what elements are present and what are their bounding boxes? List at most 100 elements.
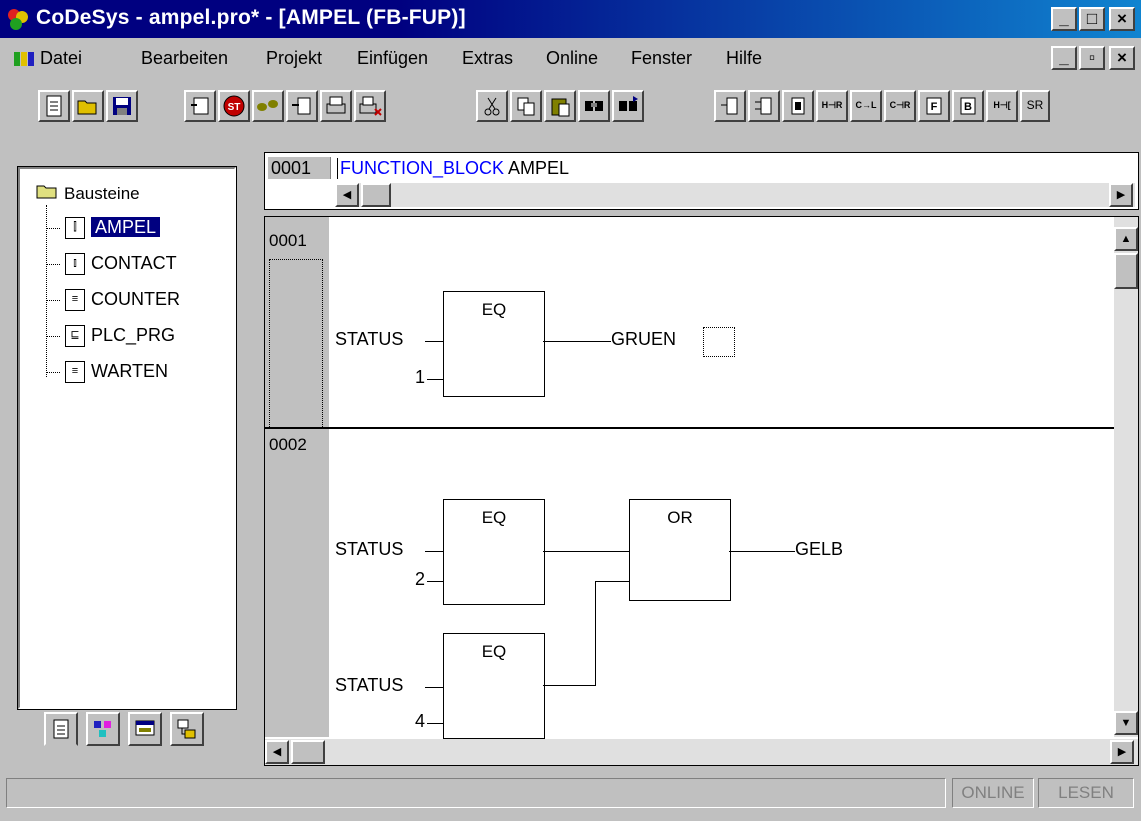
wire [425, 687, 443, 688]
decl-horizontal-scrollbar[interactable]: ◀ ▶ [335, 183, 1135, 207]
menu-hilfe[interactable]: Hilfe [726, 48, 762, 69]
menu-datei[interactable]: Datei [40, 48, 82, 69]
horizontal-scrollbar[interactable]: ◀ ▶ [265, 739, 1138, 765]
block-type-label: OR [667, 508, 693, 527]
cut-icon[interactable] [476, 90, 508, 122]
output-variable[interactable]: GRUEN [611, 329, 676, 350]
app-icon [6, 7, 30, 31]
tree-root[interactable]: Bausteine [36, 179, 140, 207]
insert-output-icon[interactable] [782, 90, 814, 122]
tree-item-ampel[interactable]: ⫿ AMPEL [46, 213, 161, 241]
fbd-block-or[interactable]: OR [629, 499, 731, 601]
wire [595, 581, 629, 582]
fbd-block-eq[interactable]: EQ [443, 633, 545, 739]
insert-fb-icon[interactable]: B [952, 90, 984, 122]
print-cancel-icon[interactable] [354, 90, 386, 122]
set-reset-icon[interactable]: SR [1020, 90, 1050, 122]
doc-restore-button[interactable]: ▫ [1079, 46, 1105, 70]
find-next-icon[interactable] [612, 90, 644, 122]
title-bar[interactable]: CoDeSys - ampel.pro* - [AMPEL (FB-FUP)] … [0, 0, 1141, 38]
tree-root-label: Bausteine [64, 184, 140, 203]
tree-item-counter[interactable]: ≡ COUNTER [46, 285, 180, 313]
input-variable[interactable]: STATUS [335, 539, 403, 560]
wire [425, 551, 443, 552]
minimize-button[interactable]: _ [1051, 7, 1077, 31]
close-button[interactable]: × [1109, 7, 1135, 31]
block-type-label: EQ [481, 300, 507, 319]
resources-tab-icon[interactable] [170, 712, 204, 746]
scroll-up-button[interactable]: ▲ [1114, 227, 1138, 251]
output-variable[interactable]: GELB [795, 539, 843, 560]
stop-icon[interactable]: ST [218, 90, 250, 122]
wire [729, 551, 795, 552]
doc-close-button[interactable]: × [1109, 46, 1135, 70]
function-block-icon: ⫿ [65, 217, 86, 240]
svg-text:F: F [931, 101, 938, 113]
save-icon[interactable] [106, 90, 138, 122]
menu-bearbeiten[interactable]: Bearbeiten [141, 48, 228, 69]
run-icon[interactable] [252, 90, 284, 122]
object-tree-panel: Bausteine ⫿ AMPEL ⫾ CONTACT ≡ COUNTER ⊑ PLC_… [17, 166, 237, 710]
tree-item-label: CONTACT [91, 253, 177, 273]
maximize-button[interactable]: □ [1079, 7, 1105, 31]
tree-item-label: WARTEN [91, 361, 169, 381]
scroll-thumb[interactable] [291, 740, 325, 764]
output-placeholder[interactable] [703, 327, 735, 357]
find-icon[interactable] [578, 90, 610, 122]
declaration-editor[interactable]: 0001 FUNCTION_BLOCK AMPEL ◀ ▶ [264, 152, 1139, 210]
copy-icon[interactable] [510, 90, 542, 122]
tree-item-warten[interactable]: ≡ WARTEN [46, 357, 168, 385]
vertical-scrollbar[interactable]: ▲ ▼ [1114, 217, 1138, 737]
scroll-right-button[interactable]: ▶ [1109, 183, 1133, 207]
tree-item-label: AMPEL [91, 217, 161, 237]
insert-contact-neg-icon[interactable]: C⊣R [884, 90, 916, 122]
insert-box-icon[interactable] [714, 90, 746, 122]
tree-item-plc-prg[interactable]: ⊑ PLC_PRG [46, 321, 175, 349]
menu-einfuegen[interactable]: Einfügen [357, 48, 428, 69]
fbd-block-eq[interactable]: EQ [443, 499, 545, 605]
datatype-tab-icon[interactable] [86, 712, 120, 746]
menu-fenster[interactable]: Fenster [631, 48, 692, 69]
scroll-thumb[interactable] [361, 183, 391, 207]
input-constant[interactable]: 4 [415, 711, 425, 732]
insert-function-icon[interactable]: F [918, 90, 950, 122]
open-icon[interactable] [72, 90, 104, 122]
scroll-thumb[interactable] [1114, 253, 1138, 289]
scroll-right-button[interactable]: ▶ [1110, 740, 1134, 764]
insert-negate-icon[interactable]: H⊣R [816, 90, 848, 122]
paste-icon[interactable] [544, 90, 576, 122]
status-online: ONLINE [952, 778, 1034, 808]
network-number: 0001 [269, 231, 307, 250]
scroll-left-button[interactable]: ◀ [335, 183, 359, 207]
input-variable[interactable]: STATUS [335, 329, 403, 350]
step-icon[interactable] [286, 90, 318, 122]
wire [427, 379, 443, 380]
compile-icon[interactable] [184, 90, 216, 122]
input-variable[interactable]: STATUS [335, 675, 403, 696]
fbd-block-eq[interactable]: EQ [443, 291, 545, 397]
scroll-left-button[interactable]: ◀ [265, 740, 289, 764]
new-icon[interactable] [38, 90, 70, 122]
tree-item-contact[interactable]: ⫾ CONTACT [46, 249, 177, 277]
print-icon[interactable] [320, 90, 352, 122]
fbd-editor[interactable]: 0001 EQ STATUS 1 GRUEN 0002 EQ STATUS 2 … [264, 216, 1139, 766]
scroll-down-button[interactable]: ▼ [1114, 711, 1138, 735]
network-selection-marker[interactable] [269, 259, 323, 429]
insert-jump-icon[interactable]: H⊣[ [986, 90, 1018, 122]
toolbar: ST H⊣R C→L C⊣R F B H⊣[ SR [0, 82, 1141, 144]
doc-minimize-button[interactable]: _ [1051, 46, 1077, 70]
menu-online[interactable]: Online [546, 48, 598, 69]
decl-name: AMPEL [508, 158, 570, 178]
wire [425, 341, 443, 342]
pou-tab-icon[interactable] [44, 712, 78, 746]
insert-input-icon[interactable] [748, 90, 780, 122]
menu-extras[interactable]: Extras [462, 48, 513, 69]
menu-projekt[interactable]: Projekt [266, 48, 322, 69]
insert-contact-icon[interactable]: C→L [850, 90, 882, 122]
input-constant[interactable]: 2 [415, 569, 425, 590]
document-icon [14, 50, 36, 68]
status-bar: ONLINE LESEN [0, 774, 1141, 821]
status-message-panel [6, 778, 946, 808]
visualization-tab-icon[interactable] [128, 712, 162, 746]
input-constant[interactable]: 1 [415, 367, 425, 388]
